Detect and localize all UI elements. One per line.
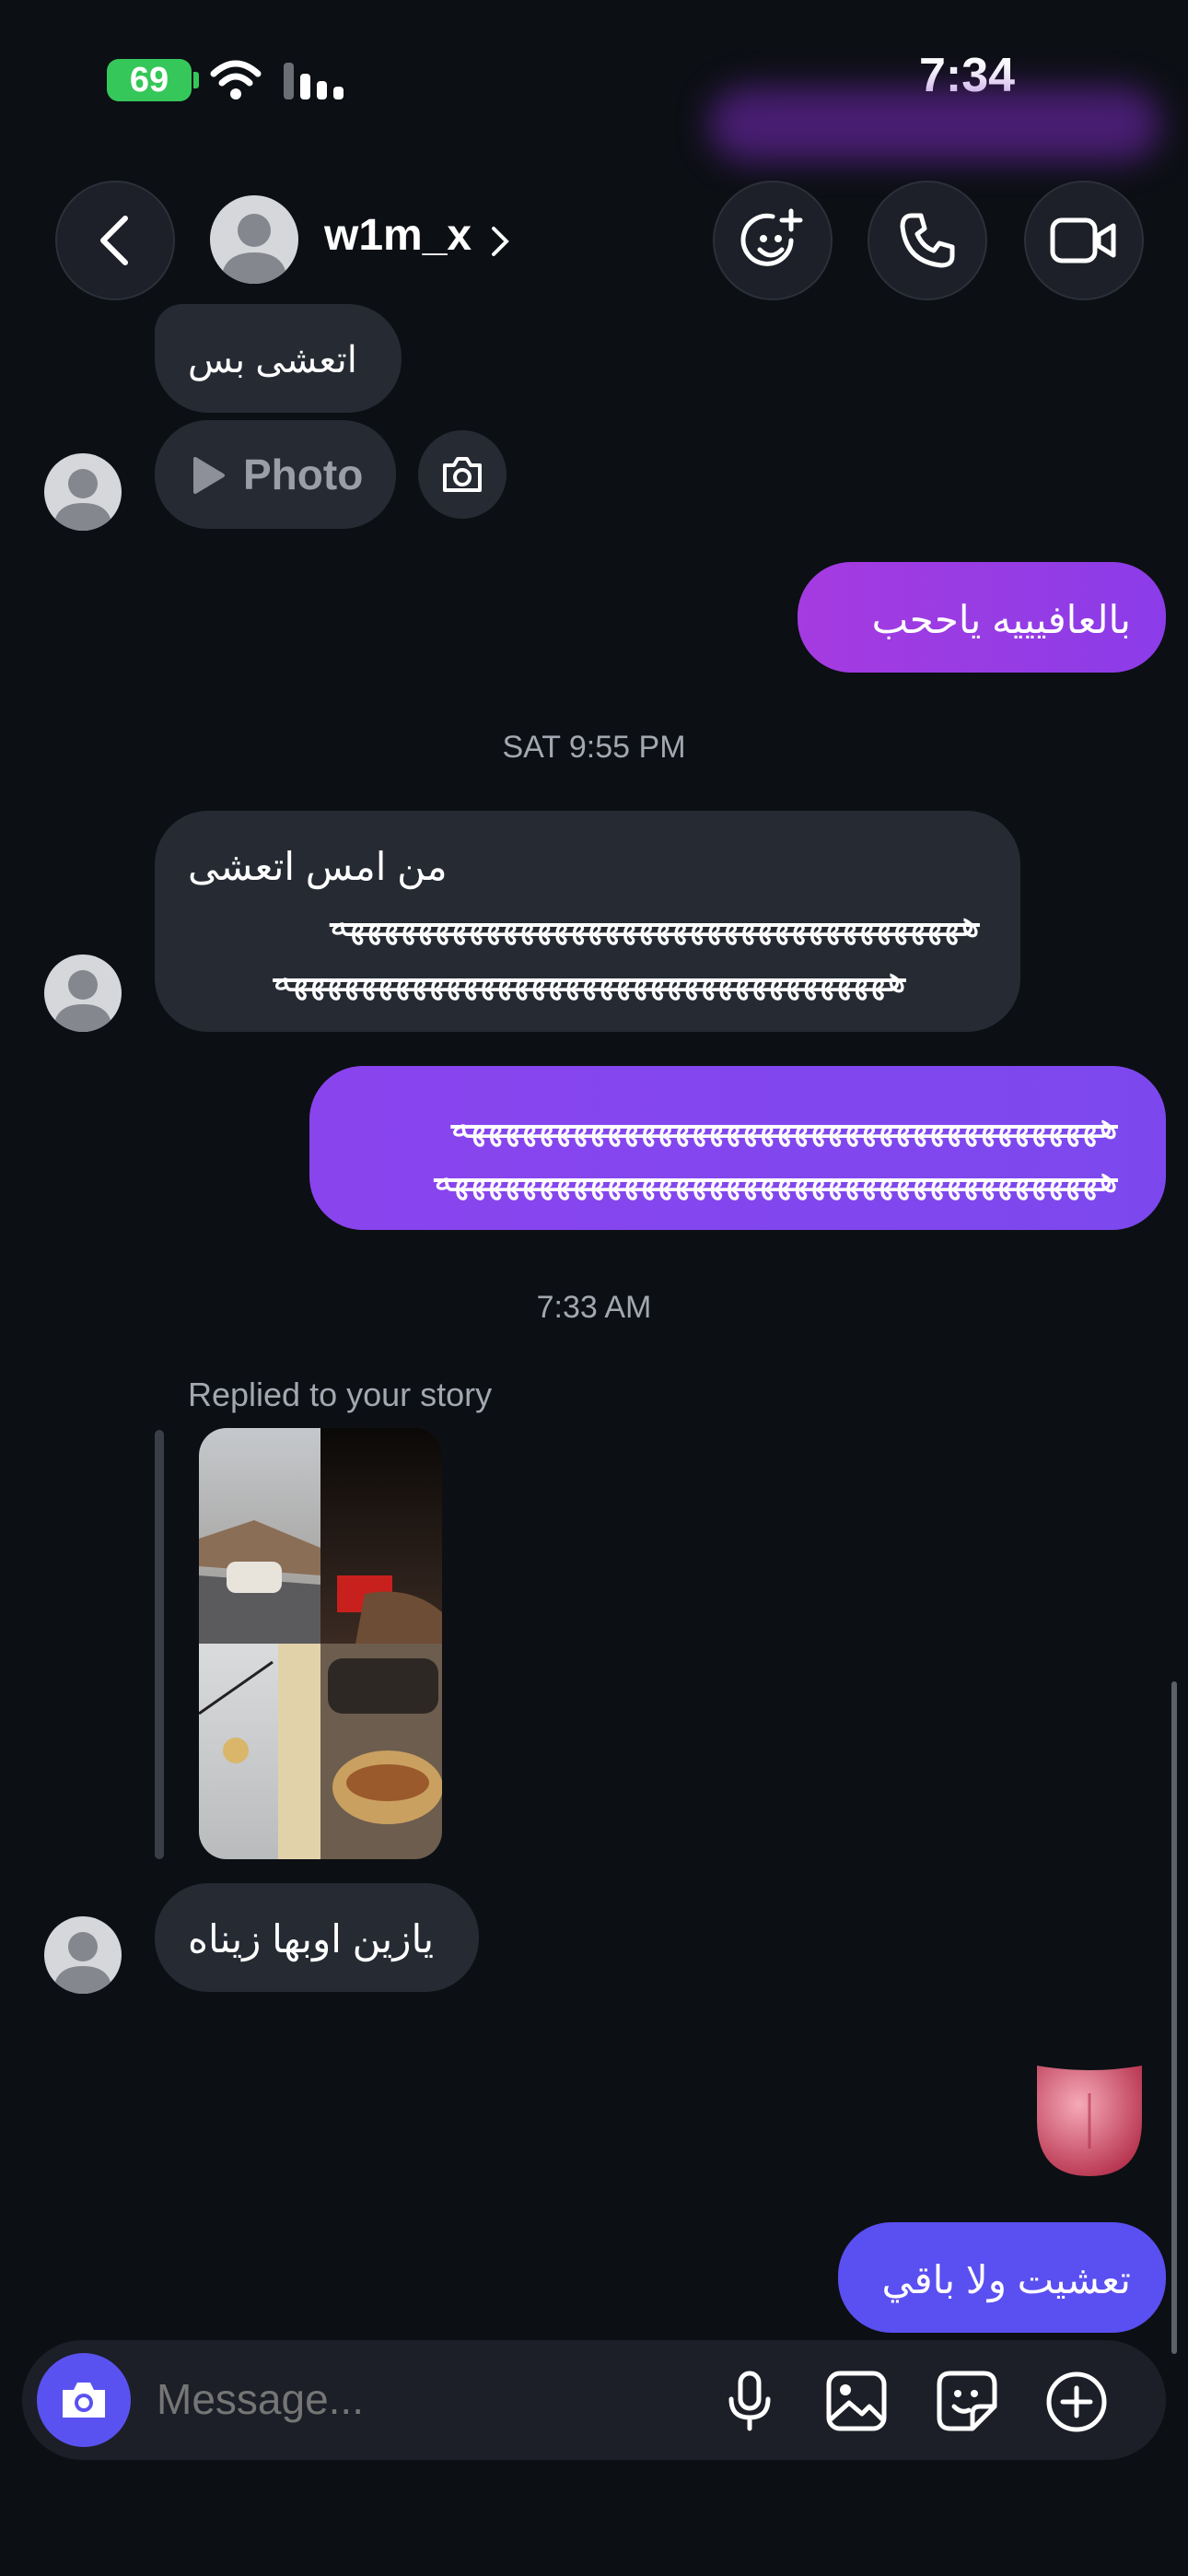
chevron-left-icon [100, 216, 128, 265]
phone-icon [900, 213, 955, 268]
sender-avatar[interactable] [44, 453, 122, 531]
sticker-plus-icon [740, 208, 803, 266]
header-username[interactable]: w1m_x [324, 210, 472, 261]
message-text: اتعشى بس [188, 340, 357, 381]
microphone-icon[interactable] [724, 2370, 775, 2432]
message-text: بالعافيييه ياححب [871, 598, 1131, 641]
battery-level: 69 [129, 60, 169, 100]
wifi-icon [210, 60, 262, 100]
story-reply-bar [155, 1430, 164, 1859]
header-avatar[interactable] [210, 195, 298, 284]
message-text: تعشيت ولا باقي [881, 2258, 1131, 2301]
signal-icon [284, 63, 344, 100]
outgoing-message[interactable]: ههههههههههههههههههههههههههههههههههههههه … [309, 1066, 1166, 1230]
person-icon [53, 469, 112, 531]
message-text-line1: من امس اتعشى [188, 845, 448, 888]
story-collage-image [199, 1428, 442, 1859]
battery-indicator: 69 [107, 59, 192, 101]
outgoing-message[interactable]: تعشيت ولا باقي [838, 2222, 1166, 2333]
plus-circle-icon[interactable] [1044, 2370, 1109, 2434]
back-button[interactable] [55, 181, 175, 300]
message-input[interactable] [157, 2374, 672, 2424]
person-icon [221, 214, 287, 284]
video-camera-icon [1050, 217, 1116, 263]
reply-camera-button[interactable] [418, 430, 507, 519]
play-icon [193, 457, 225, 494]
battery-cap [193, 72, 199, 88]
chevron-right-icon[interactable] [488, 225, 512, 258]
video-call-button[interactable] [1024, 181, 1144, 300]
timestamp-separator: SAT 9:55 PM [502, 730, 686, 765]
incoming-message[interactable]: يازين اوبها زيناه [155, 1883, 479, 1992]
camera-icon [63, 2383, 105, 2418]
incoming-message[interactable]: اتعشى بس [155, 304, 402, 413]
sender-avatar[interactable] [44, 954, 122, 1032]
gallery-icon[interactable] [825, 2370, 888, 2432]
person-icon [53, 1932, 112, 1994]
photo-message[interactable]: Photo [155, 420, 396, 529]
person-icon [53, 970, 112, 1032]
scrollbar[interactable] [1171, 1681, 1177, 2354]
photo-label: Photo [243, 451, 364, 498]
message-text-line1: ههههههههههههههههههههههههههههههههههههههه [450, 1106, 1118, 1146]
camera-button[interactable] [37, 2353, 131, 2447]
timestamp-separator: 7:33 AM [536, 1290, 652, 1325]
call-button[interactable] [868, 181, 987, 300]
sticker-icon[interactable] [936, 2370, 998, 2432]
tongue-emoji-icon[interactable] [1020, 2047, 1159, 2185]
camera-icon [443, 457, 482, 492]
outgoing-message[interactable]: بالعافيييه ياححب [798, 562, 1166, 673]
incoming-message[interactable]: من امس اتعشى ههههههههههههههههههههههههههه… [155, 811, 1020, 1032]
message-text: يازين اوبها زيناه [188, 1917, 435, 1961]
story-thumbnail[interactable] [199, 1428, 442, 1859]
effects-button[interactable] [713, 181, 833, 300]
message-text-line2: هههههههههههههههههههههههههههههههههههههه [329, 904, 980, 944]
sender-avatar[interactable] [44, 1916, 122, 1994]
message-text-line2: هههههههههههههههههههههههههههههههههههههههه [433, 1159, 1118, 1200]
message-text-line3: ههههههههههههههههههههههههههههههههههههه [273, 959, 906, 1000]
story-reply-caption: Replied to your story [188, 1376, 493, 1413]
header-glow [709, 88, 1160, 161]
